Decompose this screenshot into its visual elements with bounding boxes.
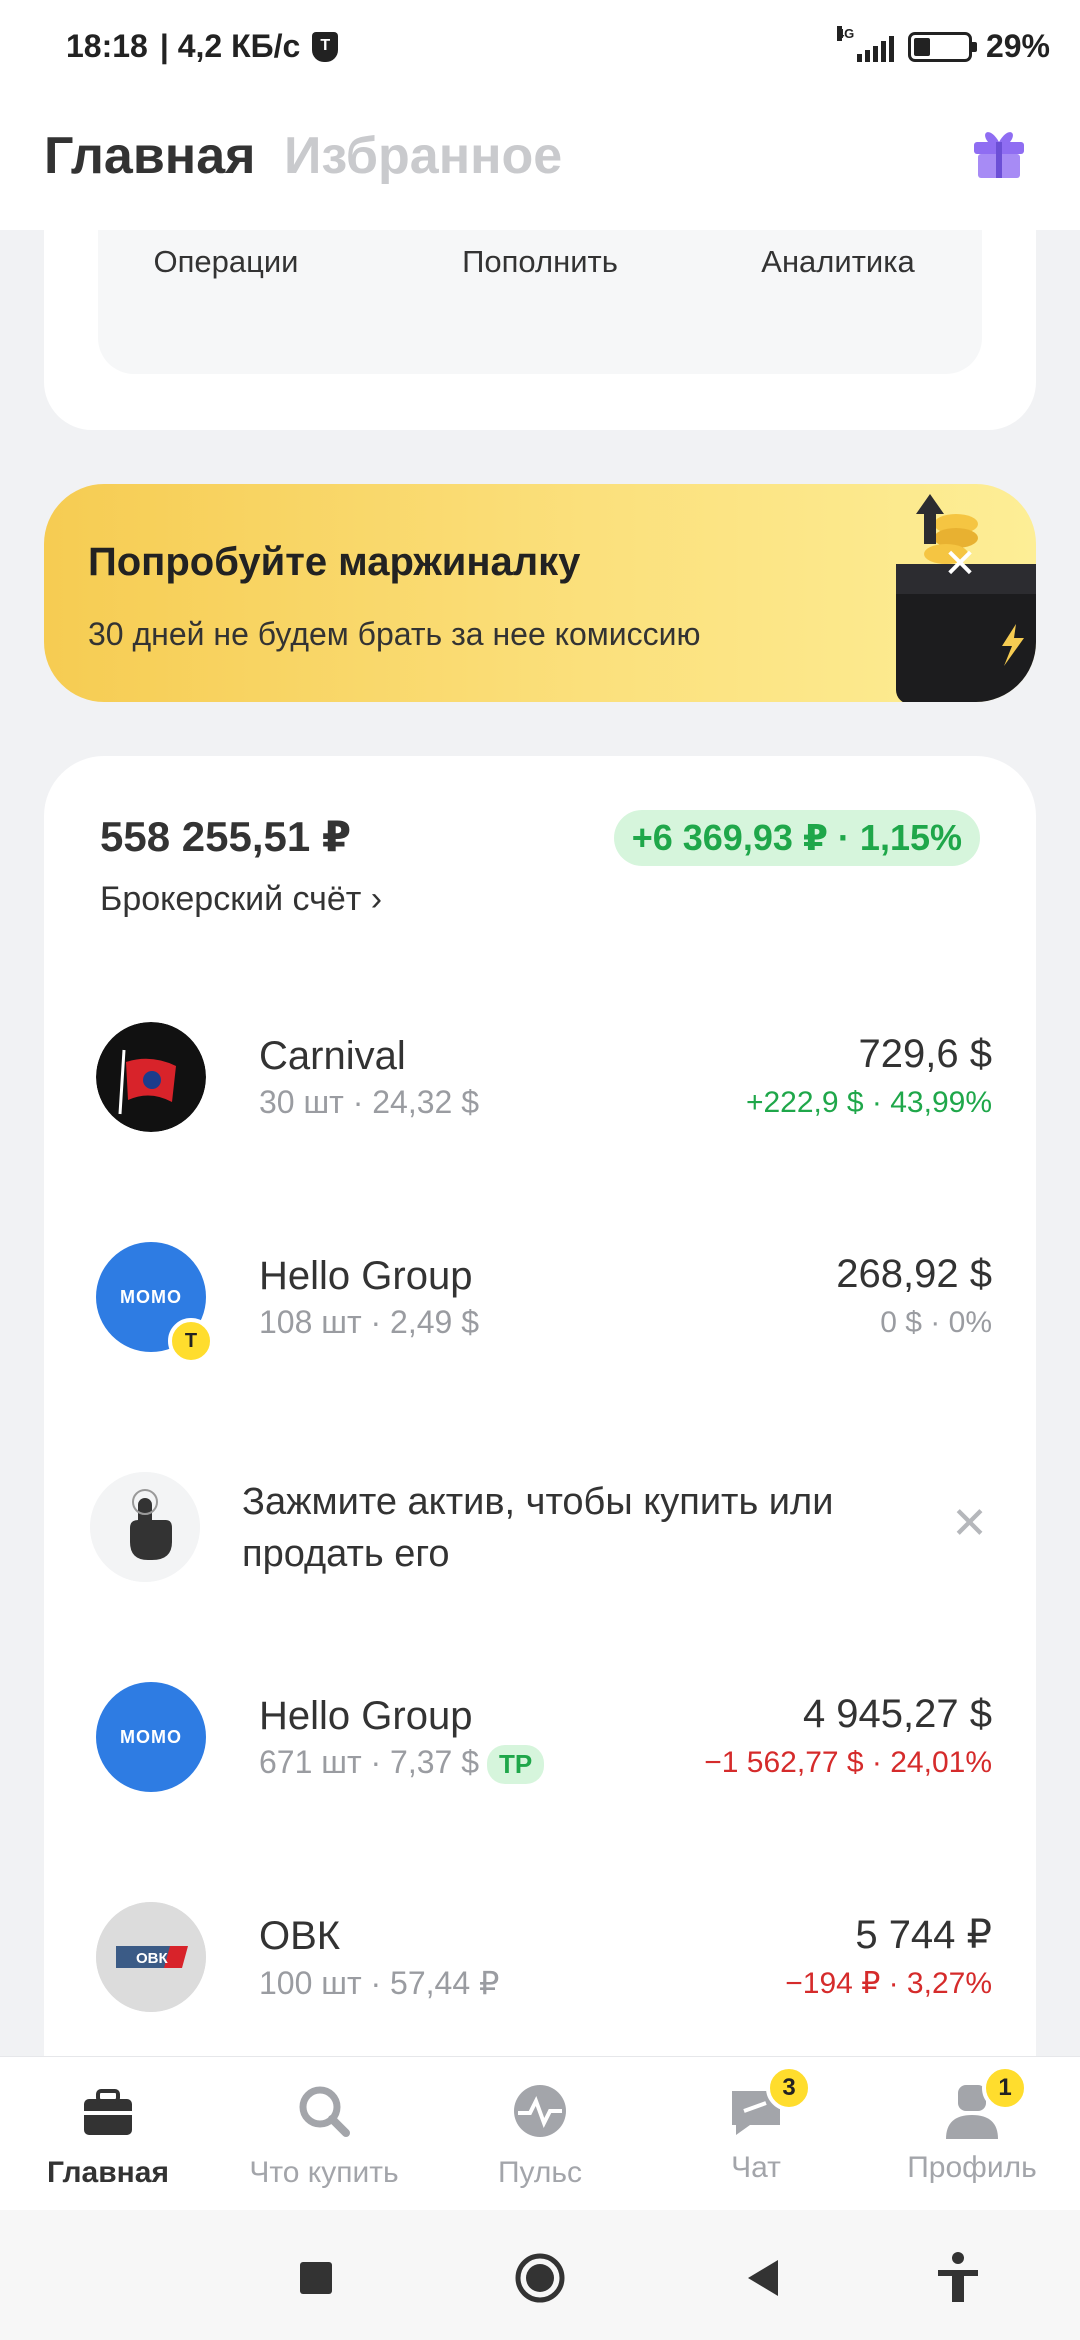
system-navigation-bar	[0, 2210, 1080, 2340]
portfolio-card: 558 255,51 ₽ +6 369,93 ₽ · 1,15% Брокерс…	[44, 756, 1036, 2056]
portfolio-total: 558 255,51 ₽	[100, 813, 352, 860]
nav-what-to-buy-label: Что купить	[249, 2156, 399, 2189]
battery-percent: 29%	[985, 28, 1050, 64]
status-time: 18:18	[66, 28, 148, 64]
holding-value: 5 744 ₽	[855, 1913, 992, 1957]
holding-change: 0 $ · 0%	[880, 1306, 992, 1339]
holding-qty: 100 шт · 57,44 ₽	[259, 1965, 500, 2001]
nav-pulse-label: Пульс	[497, 2156, 583, 2189]
holding-name: Hello Group	[259, 1694, 473, 1738]
holding-qty: 30 шт · 24,32 $	[259, 1084, 480, 1120]
holding-name: ОВК	[259, 1914, 341, 1958]
action-analytics-label: Аналитика	[761, 244, 915, 279]
home-icon[interactable]	[510, 2248, 570, 2308]
nav-pulse[interactable]: Пульс	[432, 2057, 648, 2211]
holding-value: 268,92 $	[836, 1252, 992, 1296]
battery-icon	[907, 31, 977, 62]
nav-chat[interactable]: 3 Чат	[648, 2057, 864, 2211]
network-type: 4G	[836, 25, 855, 41]
bottom-navigation: Главная Что купить Пульс 3 Чат 1 Профиль	[0, 2056, 1080, 2210]
holding-qty-text: 671 шт · 7,37 $	[259, 1744, 480, 1780]
ovk-logo-text: ОВК	[136, 1950, 169, 1967]
nav-profile-label: Профиль	[907, 2151, 1037, 2184]
status-bar: 18:18 | 4,2 КБ/с T 4G 29%	[0, 0, 1080, 96]
close-icon[interactable]: ✕	[951, 1502, 988, 1546]
action-operations-label: Операции	[153, 244, 299, 279]
hold-asset-hint: Зажмите актив, чтобы купить или продать …	[44, 1462, 1036, 1582]
holding-row[interactable]: ОВК ОВК 100 шт · 57,44 ₽ 5 744 ₽ −194 ₽ …	[44, 1902, 1036, 2012]
tp-badge: TP	[487, 1745, 545, 1785]
chat-icon-wrap: 3	[726, 2065, 812, 2141]
briefcase-icon	[84, 2089, 132, 2135]
profile-badge: 1	[982, 2065, 1028, 2111]
nav-home[interactable]: Главная	[0, 2057, 216, 2211]
hint-text: Зажмите актив, чтобы купить или продать …	[242, 1481, 834, 1575]
momo-logo: MOMO	[96, 1682, 206, 1792]
tab-favorites[interactable]: Избранное	[284, 126, 562, 186]
holding-qty: 671 шт · 7,37 $ TP	[259, 1744, 545, 1785]
holding-change: +222,9 $ · 43,99%	[745, 1086, 992, 1119]
tinkoff-shield-icon: T	[312, 31, 339, 62]
ovk-logo: ОВК	[96, 1902, 206, 2012]
signal-icon: 4G	[836, 25, 894, 62]
back-icon[interactable]	[734, 2248, 794, 2308]
promo-subtitle: 30 дней не будем брать за нее комиссию	[88, 616, 701, 652]
holding-row[interactable]: MOMO T Hello Group 108 шт · 2,49 $ 268,9…	[44, 1242, 1036, 1364]
close-icon[interactable]: ✕	[940, 544, 980, 584]
portfolio-profit-badge: +6 369,93 ₽ · 1,15%	[613, 810, 980, 866]
holding-change: −1 562,77 $ · 24,01%	[704, 1746, 992, 1779]
status-speed: | 4,2 КБ/с	[159, 28, 301, 64]
holding-value: 729,6 $	[858, 1032, 992, 1076]
action-top-up-label: Пополнить	[462, 244, 618, 279]
margin-promo-banner[interactable]: Попробуйте маржиналку 30 дней не будем б…	[44, 484, 1036, 702]
carnival-logo	[96, 1022, 206, 1132]
nav-profile[interactable]: 1 Профиль	[864, 2057, 1080, 2211]
recent-apps-icon[interactable]	[286, 2248, 346, 2308]
holding-qty: 108 шт · 2,49 $	[259, 1304, 480, 1340]
profile-icon-wrap: 1	[942, 2065, 1028, 2141]
status-right: 4G 29%	[836, 25, 1050, 65]
accessibility-icon[interactable]	[928, 2248, 988, 2308]
top-header: Главная Избранное	[0, 96, 1080, 230]
search-icon	[299, 2086, 350, 2137]
holding-name: Hello Group	[259, 1254, 473, 1298]
nav-what-to-buy[interactable]: Что купить	[216, 2057, 432, 2211]
chat-badge: 3	[766, 2065, 812, 2111]
holding-value: 4 945,27 $	[802, 1692, 992, 1736]
promo-illustration	[896, 494, 1036, 702]
holding-row[interactable]: MOMO Hello Group 671 шт · 7,37 $ TP 4 945…	[44, 1682, 1036, 1792]
gift-icon[interactable]	[970, 122, 1028, 180]
nav-chat-label: Чат	[731, 2151, 781, 2184]
holding-change: −194 ₽ · 3,27%	[785, 1967, 992, 2000]
promo-title: Попробуйте маржиналку	[88, 540, 581, 584]
hand-press-icon	[90, 1472, 200, 1582]
pulse-icon	[514, 2085, 566, 2137]
broker-account-link[interactable]: Брокерский счёт ›	[100, 880, 382, 919]
tab-main[interactable]: Главная	[44, 126, 255, 186]
nav-home-label: Главная	[46, 2156, 169, 2189]
holding-name: Carnival	[259, 1034, 406, 1078]
status-left: 18:18 | 4,2 КБ/с T	[66, 28, 339, 65]
tinkoff-badge: T	[168, 1318, 214, 1364]
holding-row[interactable]: Carnival 30 шт · 24,32 $ 729,6 $ +222,9 …	[44, 1022, 1036, 1132]
